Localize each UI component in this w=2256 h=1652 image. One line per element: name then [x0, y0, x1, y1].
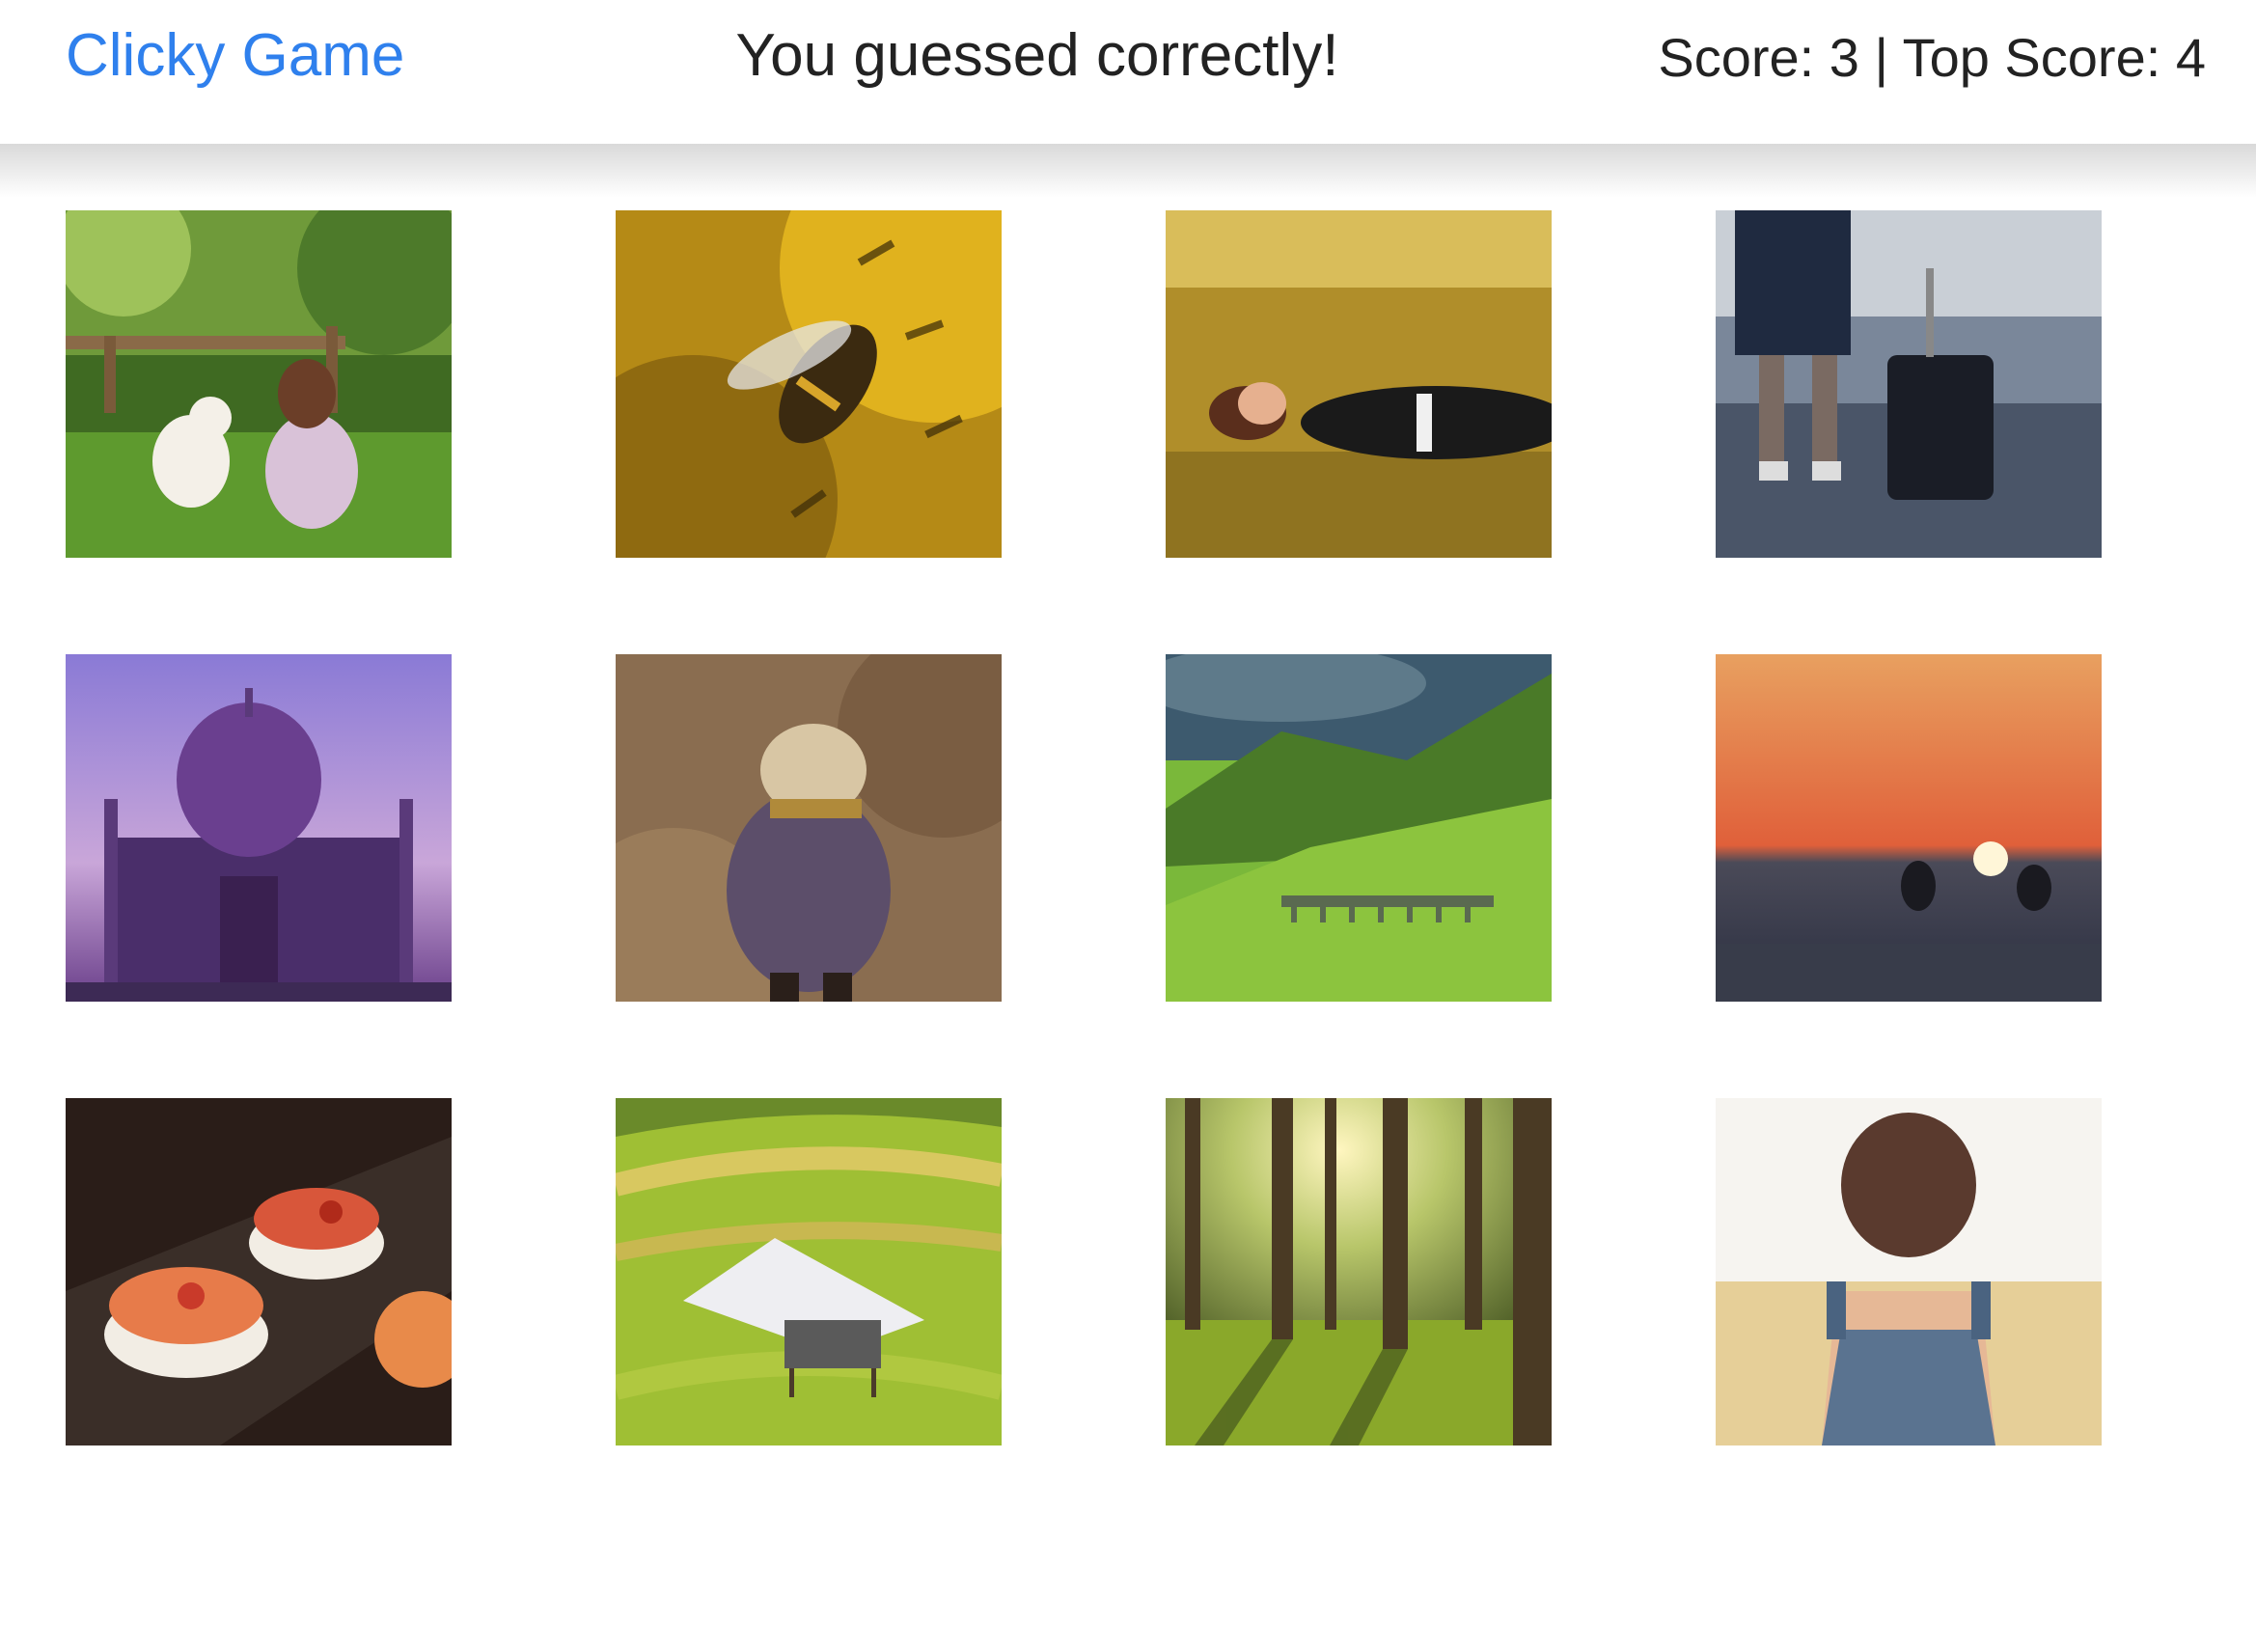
- score-separator: |: [1874, 27, 1889, 88]
- bee-on-sunflower-image: [616, 210, 1002, 558]
- sunset-sea-image: [1716, 654, 2102, 1002]
- hut-on-rice-terraces-image: [616, 1098, 1002, 1446]
- score-value: 3: [1829, 27, 1859, 88]
- card-traveler-with-suitcase[interactable]: [1716, 210, 2102, 558]
- navbar: Clicky Game You guessed correctly! Score…: [0, 0, 2256, 144]
- card-woman-lying-in-grass[interactable]: [1166, 210, 1552, 558]
- top-score-value: 4: [2175, 27, 2206, 88]
- card-bee-on-sunflower[interactable]: [616, 210, 1002, 558]
- card-girl-in-overalls[interactable]: [1716, 1098, 2102, 1446]
- traveler-with-suitcase-image: [1716, 210, 2102, 558]
- card-sunset-sea[interactable]: [1716, 654, 2102, 1002]
- girl-with-dog-image: [66, 210, 452, 558]
- sunlit-forest-image: [1166, 1098, 1552, 1446]
- header-shadow-band: [0, 144, 2256, 198]
- card-sunlit-forest[interactable]: [1166, 1098, 1552, 1446]
- card-girl-with-dog[interactable]: [66, 210, 452, 558]
- card-taj-mahal[interactable]: [66, 654, 452, 1002]
- card-hut-on-rice-terraces[interactable]: [616, 1098, 1002, 1446]
- child-in-field-image: [616, 654, 1002, 1002]
- sushi-platter-image: [66, 1098, 452, 1446]
- card-green-valley-viaduct[interactable]: [1166, 654, 1552, 1002]
- taj-mahal-image: [66, 654, 452, 1002]
- score-display: Score: 3 | Top Score: 4: [1658, 21, 2206, 95]
- girl-in-overalls-image: [1716, 1098, 2102, 1446]
- top-score-label: Top Score:: [1902, 27, 2161, 88]
- green-valley-viaduct-image: [1166, 654, 1552, 1002]
- woman-lying-in-grass-image: [1166, 210, 1552, 558]
- score-label: Score:: [1658, 27, 1815, 88]
- card-sushi-platter[interactable]: [66, 1098, 452, 1446]
- card-child-in-field[interactable]: [616, 654, 1002, 1002]
